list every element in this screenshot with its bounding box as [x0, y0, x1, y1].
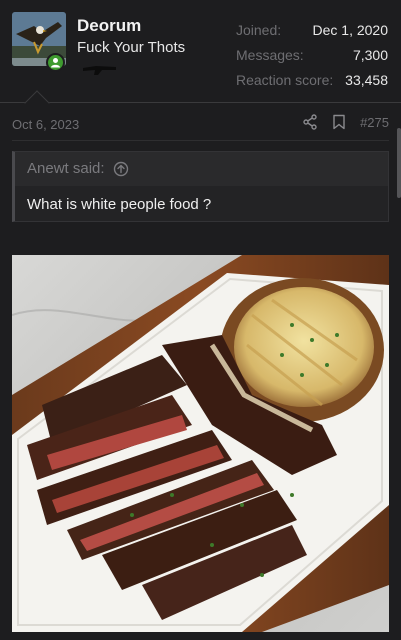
- bookmark-icon[interactable]: [332, 114, 346, 130]
- online-status-badge: [46, 53, 65, 72]
- stat-label: Joined:: [236, 22, 282, 38]
- stat-label: Messages:: [236, 47, 304, 63]
- stat-reaction-score: Reaction score: 33,458: [236, 70, 388, 95]
- post-image[interactable]: [12, 255, 389, 632]
- meta-divider: [12, 140, 389, 141]
- user-stats: Joined: Dec 1, 2020 Messages: 7,300 Reac…: [236, 20, 388, 95]
- post-actions: #275: [302, 114, 389, 130]
- steak-and-potato-photo: [12, 255, 389, 632]
- stat-value: Dec 1, 2020: [312, 22, 389, 38]
- post-meta: Oct 6, 2023 #275: [12, 111, 389, 137]
- quote-text: What is white people food ?: [27, 196, 212, 213]
- stat-messages: Messages: 7,300: [236, 45, 388, 70]
- post-number[interactable]: #275: [360, 115, 389, 130]
- quote-block: Anewt said: What is white people food ?: [12, 151, 389, 222]
- username[interactable]: Deorum: [77, 16, 141, 36]
- post-date[interactable]: Oct 6, 2023: [12, 117, 79, 132]
- stat-value[interactable]: 7,300: [353, 45, 388, 70]
- user-title: Fuck Your Thots: [77, 39, 186, 56]
- stat-value: 33,458: [345, 72, 388, 88]
- quote-author[interactable]: Anewt said:: [27, 160, 105, 177]
- stat-label: Reaction score:: [236, 72, 334, 88]
- share-icon[interactable]: [302, 114, 318, 130]
- user-header: Deorum Fuck Your Thots Joined: Dec 1, 20…: [0, 0, 401, 103]
- arrow-up-circle-icon[interactable]: [113, 161, 129, 177]
- scrollbar[interactable]: [397, 128, 401, 198]
- quote-attribution[interactable]: Anewt said:: [27, 160, 129, 177]
- stat-joined: Joined: Dec 1, 2020: [236, 20, 388, 45]
- user-icon: [51, 58, 60, 68]
- rifle-banner-icon: [83, 66, 116, 75]
